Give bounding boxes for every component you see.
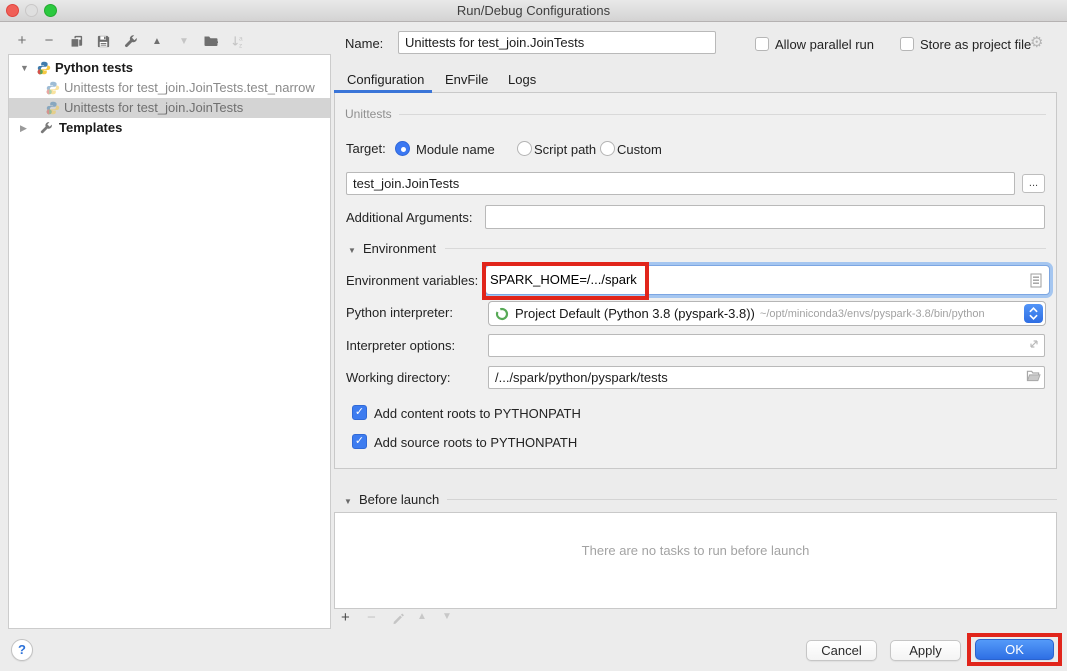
tree-item-label: Unittests for test_join.JoinTests (64, 98, 243, 118)
target-custom-radio[interactable] (600, 141, 615, 156)
save-configuration-icon[interactable] (95, 33, 111, 49)
cancel-button[interactable]: Cancel (806, 640, 877, 661)
templates-wrench-icon (39, 121, 53, 135)
apply-button[interactable]: Apply (890, 640, 961, 661)
expand-field-icon[interactable] (1028, 338, 1040, 353)
name-input[interactable] (398, 31, 716, 54)
configurations-toolbar: + − ▲ ▼ az (14, 33, 246, 49)
folder-open-icon[interactable] (1026, 369, 1041, 385)
configurations-tree: ▼ Python tests Unittests for test_join.J… (8, 54, 331, 629)
python-test-icon (46, 101, 60, 115)
before-launch-remove-button[interactable]: − (367, 609, 376, 626)
before-launch-list: There are no tasks to run before launch (334, 512, 1057, 609)
tree-expanded-icon[interactable]: ▼ (20, 58, 29, 78)
target-script-path-label: Script path (534, 142, 596, 157)
add-content-roots-label: Add content roots to PYTHONPATH (374, 406, 581, 421)
tree-item-label: Templates (59, 118, 122, 138)
python-test-icon (46, 81, 60, 95)
python-interpreter-select[interactable]: Project Default (Python 3.8 (pyspark-3.8… (488, 301, 1046, 326)
name-label: Name: (345, 36, 383, 51)
tree-item-templates[interactable]: ▶ Templates (9, 118, 330, 138)
svg-text:z: z (238, 42, 241, 48)
store-as-project-file-checkbox[interactable] (900, 37, 914, 51)
move-up-button[interactable]: ▲ (149, 33, 165, 49)
title-bar: Run/Debug Configurations (0, 0, 1067, 22)
annotation-box-ok (967, 633, 1062, 666)
group-separator (399, 114, 1046, 115)
tree-item-test-narrow[interactable]: Unittests for test_join.JoinTests.test_n… (9, 78, 330, 98)
before-launch-separator (447, 499, 1057, 500)
tree-item-python-tests[interactable]: ▼ Python tests (9, 58, 330, 78)
tab-logs[interactable]: Logs (508, 72, 536, 87)
target-module-name-radio[interactable] (395, 141, 410, 156)
allow-parallel-run-label: Allow parallel run (775, 37, 874, 52)
tree-collapsed-icon[interactable]: ▶ (20, 118, 27, 138)
sort-configurations-icon[interactable]: az (230, 33, 246, 49)
environment-separator (445, 248, 1046, 249)
add-source-roots-checkbox[interactable]: ✓ (352, 434, 367, 449)
additional-arguments-input[interactable] (485, 205, 1045, 229)
add-configuration-button[interactable]: + (14, 33, 30, 49)
remove-configuration-button[interactable]: − (41, 33, 57, 49)
target-label: Target: (346, 141, 386, 156)
configuration-panel: Unittests Target: Module name Script pat… (334, 93, 1057, 469)
environment-variables-label: Environment variables: (346, 273, 478, 288)
target-module-name-label: Module name (416, 142, 495, 157)
target-browse-button[interactable]: ... (1022, 174, 1045, 193)
new-folder-icon[interactable] (203, 33, 219, 49)
add-content-roots-checkbox[interactable]: ✓ (352, 405, 367, 420)
working-directory-label: Working directory: (346, 370, 451, 385)
before-launch-collapse-icon[interactable]: ▼ (344, 497, 352, 506)
python-interpreter-path: ~/opt/miniconda3/envs/pyspark-3.8/bin/py… (760, 308, 985, 320)
interpreter-options-label: Interpreter options: (346, 338, 455, 353)
allow-parallel-run-checkbox[interactable] (755, 37, 769, 51)
env-vars-list-icon[interactable] (1030, 273, 1042, 291)
interpreter-options-input[interactable] (488, 334, 1045, 357)
tab-envfile[interactable]: EnvFile (445, 72, 488, 87)
python-interpreter-value: Project Default (Python 3.8 (pyspark-3.8… (515, 306, 755, 321)
before-launch-empty-text: There are no tasks to run before launch (335, 543, 1056, 558)
unittests-group-label: Unittests (345, 107, 392, 121)
environment-collapse-icon[interactable]: ▼ (348, 246, 356, 255)
tab-configuration[interactable]: Configuration (347, 72, 424, 87)
target-input[interactable] (346, 172, 1015, 195)
python-interpreter-label: Python interpreter: (346, 305, 453, 320)
additional-arguments-label: Additional Arguments: (346, 210, 472, 225)
target-script-path-radio[interactable] (517, 141, 532, 156)
before-launch-move-up-button[interactable]: ▲ (417, 611, 427, 622)
target-custom-label: Custom (617, 142, 662, 157)
move-down-button[interactable]: ▼ (176, 33, 192, 49)
window-title: Run/Debug Configurations (0, 3, 1067, 18)
help-button[interactable]: ? (11, 639, 33, 661)
copy-configuration-icon[interactable] (68, 33, 84, 49)
before-launch-move-down-button[interactable]: ▼ (442, 611, 452, 622)
working-directory-input[interactable] (488, 366, 1045, 389)
before-launch-section-label: Before launch (359, 492, 439, 507)
before-launch-add-button[interactable]: + (341, 609, 350, 626)
select-stepper-icon[interactable] (1024, 304, 1043, 323)
tree-item-label: Unittests for test_join.JoinTests.test_n… (64, 78, 315, 98)
gear-icon[interactable]: ⚙ (1030, 33, 1043, 51)
edit-templates-wrench-icon[interactable] (122, 33, 138, 49)
python-tests-icon (37, 61, 51, 75)
add-source-roots-label: Add source roots to PYTHONPATH (374, 435, 577, 450)
svg-text:a: a (238, 35, 242, 42)
conda-env-icon (495, 307, 509, 321)
annotation-box-env-vars (482, 262, 649, 300)
environment-section-label: Environment (363, 241, 436, 256)
store-as-project-file-label: Store as project file (920, 37, 1031, 52)
tree-item-jointests-selected[interactable]: Unittests for test_join.JoinTests (9, 98, 330, 118)
before-launch-edit-pencil-icon[interactable] (392, 612, 405, 628)
tree-item-label: Python tests (55, 58, 133, 78)
